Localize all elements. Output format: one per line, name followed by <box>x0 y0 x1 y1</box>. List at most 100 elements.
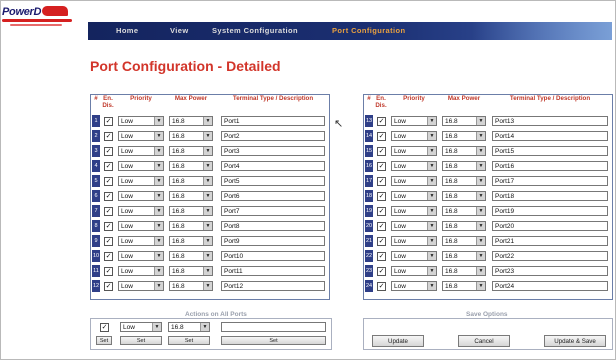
port-power-select[interactable]: 16.8 ▼ <box>442 191 486 201</box>
port-description-input[interactable]: Port8 <box>221 221 325 231</box>
port-power-select[interactable]: 16.8 ▼ <box>442 266 486 276</box>
port-description-input[interactable]: Port10 <box>221 251 325 261</box>
port-power-select[interactable]: 16.8 ▼ <box>169 176 213 186</box>
port-enable-checkbox[interactable]: ✓ <box>377 162 386 171</box>
port-enable-checkbox[interactable]: ✓ <box>104 282 113 291</box>
all-description-input[interactable] <box>221 322 326 332</box>
port-priority-select[interactable]: Low ▼ <box>391 131 437 141</box>
port-power-select[interactable]: 16.8 ▼ <box>169 221 213 231</box>
port-description-input[interactable]: Port5 <box>221 176 325 186</box>
port-enable-checkbox[interactable]: ✓ <box>377 177 386 186</box>
port-enable-checkbox[interactable]: ✓ <box>104 132 113 141</box>
port-priority-select[interactable]: Low ▼ <box>118 146 164 156</box>
port-enable-checkbox[interactable]: ✓ <box>377 252 386 261</box>
port-power-select[interactable]: 16.8 ▼ <box>442 176 486 186</box>
port-power-select[interactable]: 16.8 ▼ <box>442 236 486 246</box>
port-power-select[interactable]: 16.8 ▼ <box>442 116 486 126</box>
port-enable-checkbox[interactable]: ✓ <box>104 222 113 231</box>
port-description-input[interactable]: Port13 <box>492 116 608 126</box>
port-power-select[interactable]: 16.8 ▼ <box>169 206 213 216</box>
port-enable-checkbox[interactable]: ✓ <box>104 237 113 246</box>
port-power-select[interactable]: 16.8 ▼ <box>169 236 213 246</box>
port-priority-select[interactable]: Low ▼ <box>118 131 164 141</box>
port-priority-select[interactable]: Low ▼ <box>118 236 164 246</box>
port-priority-select[interactable]: Low ▼ <box>391 116 437 126</box>
port-priority-select[interactable]: Low ▼ <box>118 281 164 291</box>
port-enable-checkbox[interactable]: ✓ <box>377 132 386 141</box>
port-description-input[interactable]: Port9 <box>221 236 325 246</box>
port-priority-select[interactable]: Low ▼ <box>118 176 164 186</box>
port-description-input[interactable]: Port24 <box>492 281 608 291</box>
port-description-input[interactable]: Port18 <box>492 191 608 201</box>
port-power-select[interactable]: 16.8 ▼ <box>442 161 486 171</box>
port-enable-checkbox[interactable]: ✓ <box>104 162 113 171</box>
port-description-input[interactable]: Port20 <box>492 221 608 231</box>
port-priority-select[interactable]: Low ▼ <box>118 221 164 231</box>
port-power-select[interactable]: 16.8 ▼ <box>169 161 213 171</box>
port-power-select[interactable]: 16.8 ▼ <box>169 281 213 291</box>
port-description-input[interactable]: Port16 <box>492 161 608 171</box>
port-description-input[interactable]: Port11 <box>221 266 325 276</box>
cancel-button[interactable]: Cancel <box>458 335 510 347</box>
port-description-input[interactable]: Port2 <box>221 131 325 141</box>
port-enable-checkbox[interactable]: ✓ <box>377 117 386 126</box>
port-priority-select[interactable]: Low ▼ <box>391 281 437 291</box>
port-description-input[interactable]: Port7 <box>221 206 325 216</box>
port-power-select[interactable]: 16.8 ▼ <box>442 281 486 291</box>
port-enable-checkbox[interactable]: ✓ <box>104 117 113 126</box>
port-priority-select[interactable]: Low ▼ <box>391 251 437 261</box>
port-description-input[interactable]: Port12 <box>221 281 325 291</box>
port-power-select[interactable]: 16.8 ▼ <box>442 221 486 231</box>
port-priority-select[interactable]: Low ▼ <box>391 221 437 231</box>
set-description-button[interactable]: Set <box>221 336 326 345</box>
nav-system-configuration[interactable]: System Configuration <box>212 26 298 35</box>
port-power-select[interactable]: 16.8 ▼ <box>169 266 213 276</box>
port-description-input[interactable]: Port15 <box>492 146 608 156</box>
port-power-select[interactable]: 16.8 ▼ <box>442 131 486 141</box>
port-enable-checkbox[interactable]: ✓ <box>377 282 386 291</box>
port-priority-select[interactable]: Low ▼ <box>118 191 164 201</box>
update-and-save-button[interactable]: Update & Save <box>544 335 606 347</box>
port-priority-select[interactable]: Low ▼ <box>391 191 437 201</box>
port-enable-checkbox[interactable]: ✓ <box>104 267 113 276</box>
nav-home[interactable]: Home <box>116 26 138 35</box>
port-enable-checkbox[interactable]: ✓ <box>377 267 386 276</box>
port-description-input[interactable]: Port21 <box>492 236 608 246</box>
port-priority-select[interactable]: Low ▼ <box>118 206 164 216</box>
port-power-select[interactable]: 16.8 ▼ <box>169 131 213 141</box>
port-power-select[interactable]: 16.8 ▼ <box>169 251 213 261</box>
port-enable-checkbox[interactable]: ✓ <box>104 147 113 156</box>
port-priority-select[interactable]: Low ▼ <box>391 161 437 171</box>
port-priority-select[interactable]: Low ▼ <box>391 236 437 246</box>
port-description-input[interactable]: Port3 <box>221 146 325 156</box>
port-power-select[interactable]: 16.8 ▼ <box>169 116 213 126</box>
set-priority-button[interactable]: Set <box>120 336 162 345</box>
port-description-input[interactable]: Port19 <box>492 206 608 216</box>
port-priority-select[interactable]: Low ▼ <box>391 266 437 276</box>
port-description-input[interactable]: Port23 <box>492 266 608 276</box>
port-enable-checkbox[interactable]: ✓ <box>377 207 386 216</box>
port-power-select[interactable]: 16.8 ▼ <box>169 191 213 201</box>
port-description-input[interactable]: Port1 <box>221 116 325 126</box>
port-enable-checkbox[interactable]: ✓ <box>104 177 113 186</box>
port-enable-checkbox[interactable]: ✓ <box>377 222 386 231</box>
port-priority-select[interactable]: Low ▼ <box>118 161 164 171</box>
port-power-select[interactable]: 16.8 ▼ <box>442 146 486 156</box>
update-button[interactable]: Update <box>372 335 424 347</box>
port-enable-checkbox[interactable]: ✓ <box>104 192 113 201</box>
port-description-input[interactable]: Port17 <box>492 176 608 186</box>
port-enable-checkbox[interactable]: ✓ <box>104 207 113 216</box>
nav-port-configuration[interactable]: Port Configuration <box>332 26 405 35</box>
port-description-input[interactable]: Port4 <box>221 161 325 171</box>
set-enable-button[interactable]: Set <box>96 336 112 345</box>
port-description-input[interactable]: Port22 <box>492 251 608 261</box>
nav-view[interactable]: View <box>170 26 189 35</box>
port-enable-checkbox[interactable]: ✓ <box>377 192 386 201</box>
port-priority-select[interactable]: Low ▼ <box>118 116 164 126</box>
port-priority-select[interactable]: Low ▼ <box>118 251 164 261</box>
all-priority-select[interactable]: Low ▼ <box>120 322 162 332</box>
port-enable-checkbox[interactable]: ✓ <box>377 147 386 156</box>
port-enable-checkbox[interactable]: ✓ <box>104 252 113 261</box>
all-enable-checkbox[interactable]: ✓ <box>100 323 109 332</box>
port-priority-select[interactable]: Low ▼ <box>391 206 437 216</box>
